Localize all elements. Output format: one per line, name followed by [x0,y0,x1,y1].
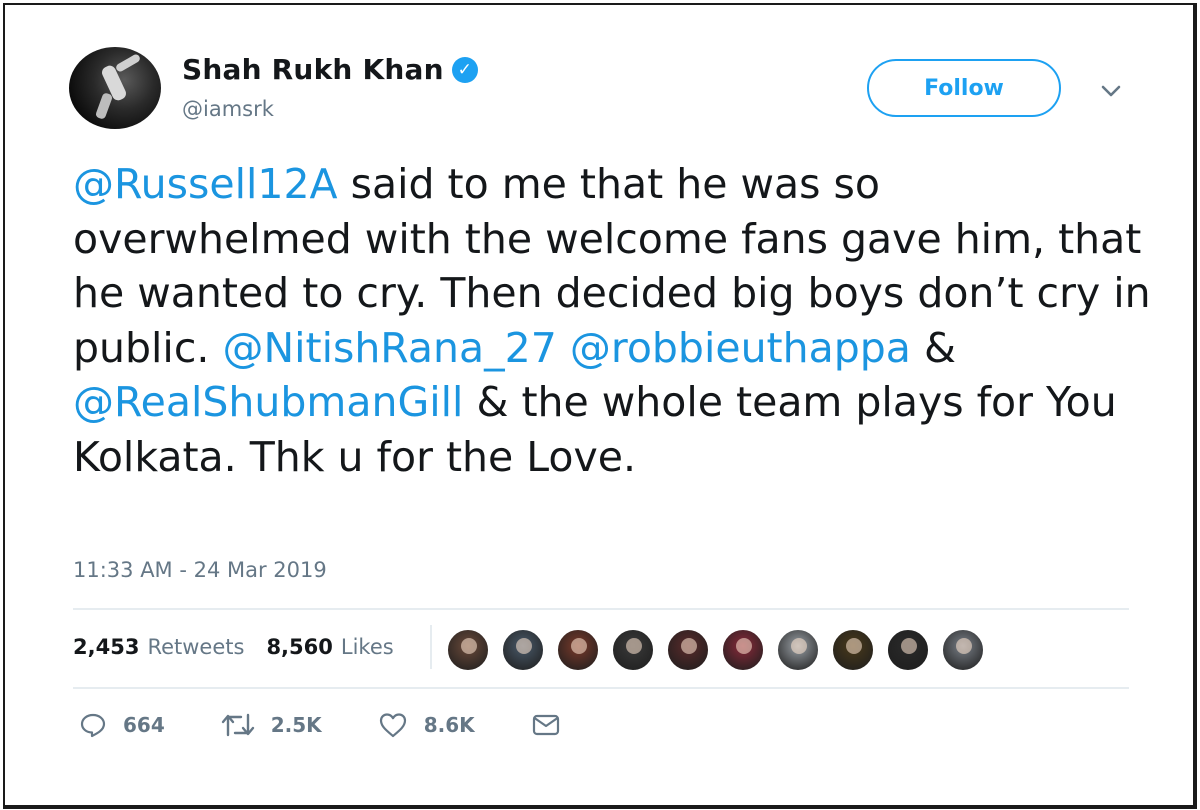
likes-count: 8,560 [266,635,333,659]
like-action[interactable]: 8.6K [378,711,475,739]
like-count: 8.6K [423,713,475,737]
tweet-card: Shah Rukh Khan ✓ @iamsrk Follow @Russell… [3,3,1197,809]
retweet-count: 2.5K [270,713,322,737]
dm-action[interactable] [531,712,577,738]
likes-stat[interactable]: 8,560 Likes [266,635,393,659]
verified-icon: ✓ [451,56,478,83]
divider [73,687,1129,689]
retweets-count: 2,453 [73,635,140,659]
liker-avatars [446,628,996,672]
likes-label: Likes [340,635,394,659]
liker-avatar[interactable] [886,628,930,672]
liker-avatar[interactable] [611,628,655,672]
author-name[interactable]: Shah Rukh Khan [182,53,444,86]
mention-link[interactable]: @robbieuthappa [570,324,911,372]
tweet-text-segment [557,324,570,372]
liker-avatar[interactable] [831,628,875,672]
divider [73,608,1129,610]
heart-icon [379,713,406,738]
tweet-text-segment: & [910,323,956,372]
tweet-timestamp[interactable]: 11:33 AM - 24 Mar 2019 [73,558,327,582]
liker-avatar[interactable] [666,628,710,672]
author-handle[interactable]: @iamsrk [182,97,274,121]
liker-avatar[interactable] [556,628,600,672]
liker-avatar[interactable] [446,628,490,672]
mention-link[interactable]: @NitishRana_27 [222,324,556,372]
mention-link[interactable]: @RealShubmanGill [73,378,463,426]
tweet-text: @Russell12A said to me that he was so ov… [73,157,1153,484]
mention-link[interactable]: @Russell12A [73,160,338,208]
liker-avatar[interactable] [776,628,820,672]
reply-action[interactable]: 664 [79,711,165,739]
reply-count: 664 [123,713,165,737]
liker-avatar[interactable] [721,628,765,672]
retweet-icon [221,713,254,737]
stats-separator [430,625,432,669]
retweet-action[interactable]: 2.5K [221,711,322,739]
liker-avatar[interactable] [941,628,985,672]
liker-avatar[interactable] [501,628,545,672]
tweet-actions: 664 2.5K 8.6K [79,711,633,739]
retweets-stat[interactable]: 2,453 Retweets [73,635,244,659]
author-row: Shah Rukh Khan ✓ [182,53,478,86]
tweet-stats: 2,453 Retweets 8,560 Likes [73,635,416,659]
mail-icon [532,714,559,736]
chevron-down-icon[interactable] [1099,79,1123,103]
retweets-label: Retweets [147,635,245,659]
avatar[interactable] [69,47,161,129]
follow-button[interactable]: Follow [867,59,1061,117]
reply-icon [80,713,106,738]
